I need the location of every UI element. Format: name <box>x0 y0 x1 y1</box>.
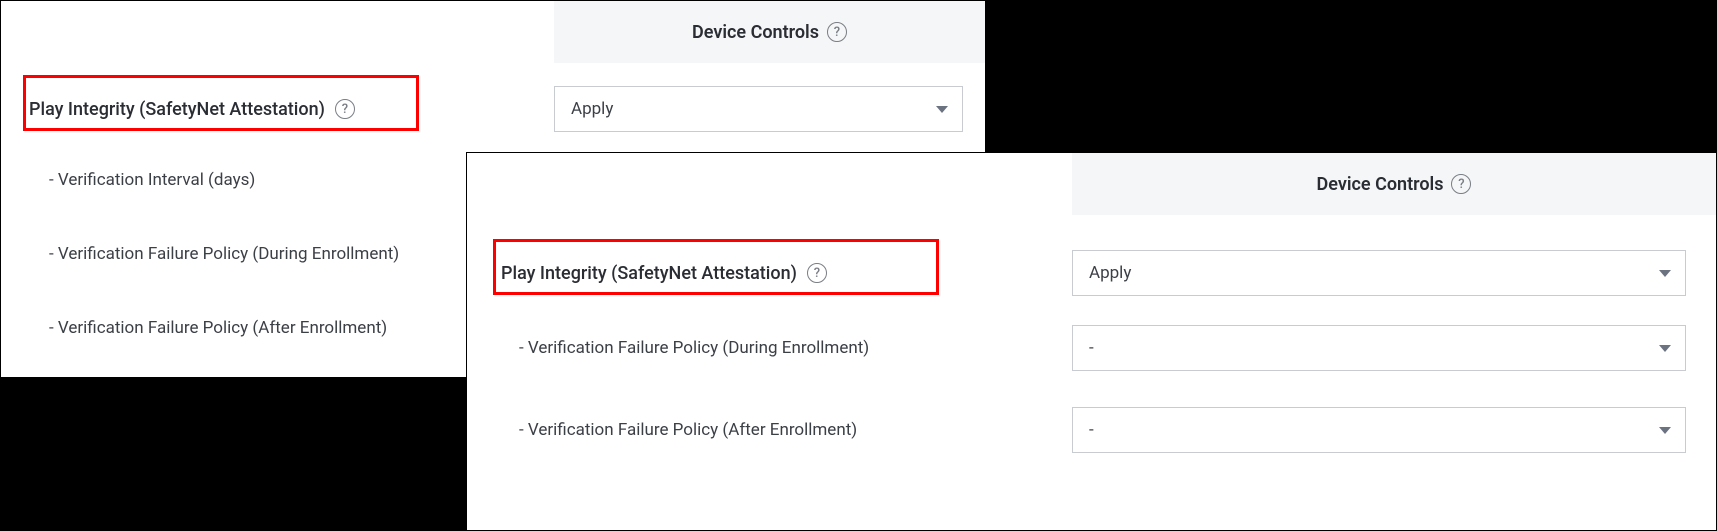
settings-panel-2: Device Controls ? Play Integrity (Safety… <box>466 152 1717 531</box>
dropdown-play-integrity[interactable]: Apply <box>1072 250 1686 296</box>
sub-setting-label: - Verification Failure Policy (During En… <box>501 338 1072 358</box>
highlight-annotation <box>493 239 939 295</box>
section-header-label: Device Controls <box>692 22 819 43</box>
dropdown-value: Apply <box>571 99 613 119</box>
help-icon[interactable]: ? <box>1451 174 1471 194</box>
dropdown-verification-failure-after[interactable]: - <box>1072 407 1686 453</box>
dropdown-value: - <box>1089 338 1094 358</box>
help-icon[interactable]: ? <box>827 22 847 42</box>
section-header-label: Device Controls <box>1317 174 1444 195</box>
header-row: Device Controls ? <box>467 153 1716 215</box>
control-col: Apply <box>1072 250 1686 296</box>
control-col: - <box>1072 407 1686 453</box>
dropdown-value: Apply <box>1089 263 1131 283</box>
chevron-down-icon <box>936 106 948 113</box>
row-verification-failure-after: - Verification Failure Policy (After Enr… <box>467 389 1716 471</box>
chevron-down-icon <box>1659 270 1671 277</box>
dropdown-play-integrity[interactable]: Apply <box>554 86 963 132</box>
header-row: Device Controls ? <box>1 1 985 63</box>
section-header-device-controls: Device Controls ? <box>1072 153 1716 215</box>
sub-setting-label: - Verification Failure Policy (After Enr… <box>501 420 1072 440</box>
section-header-device-controls: Device Controls ? <box>554 1 985 63</box>
highlight-annotation <box>23 75 419 131</box>
chevron-down-icon <box>1659 427 1671 434</box>
dropdown-value: - <box>1089 420 1094 440</box>
control-col: - <box>1072 325 1686 371</box>
chevron-down-icon <box>1659 345 1671 352</box>
dropdown-verification-failure-during[interactable]: - <box>1072 325 1686 371</box>
row-verification-failure-during: - Verification Failure Policy (During En… <box>467 307 1716 389</box>
control-col: Apply <box>554 86 963 132</box>
